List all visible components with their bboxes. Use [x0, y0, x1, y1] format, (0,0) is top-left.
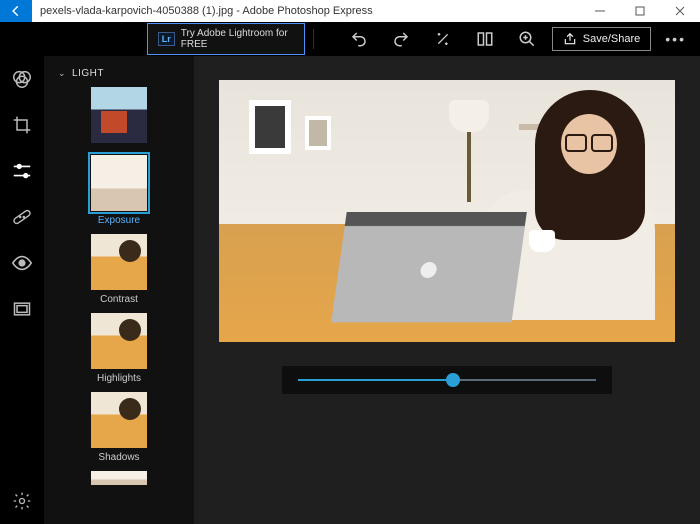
slider-track	[298, 379, 596, 381]
settings-button[interactable]	[11, 490, 33, 512]
section-header-light[interactable]: ⌄ LIGHT	[44, 68, 194, 87]
minimize-icon	[595, 6, 605, 16]
slider-fill	[298, 379, 453, 381]
corrections-tab[interactable]	[11, 206, 33, 228]
filename: pexels-vlada-karpovich-4050388 (1).jpg	[40, 5, 233, 17]
overlap-circles-icon	[11, 68, 33, 90]
canvas-area	[194, 56, 700, 524]
app-name: Adobe Photoshop Express	[242, 5, 372, 17]
back-button[interactable]	[0, 0, 32, 22]
save-share-button[interactable]: Save/Share	[552, 27, 651, 51]
thumb-preview	[91, 313, 147, 369]
zoom-button[interactable]	[518, 30, 536, 48]
close-icon	[675, 6, 685, 16]
thumb-list: Exposure Contrast Highlights Shadows	[44, 87, 194, 485]
tool-rail	[0, 56, 44, 524]
thumb-item-highlights[interactable]: Highlights	[91, 313, 147, 384]
gear-icon	[12, 491, 32, 511]
close-button[interactable]	[660, 0, 700, 22]
adjustment-slider[interactable]	[282, 366, 612, 394]
window-controls	[580, 0, 700, 22]
toolbar: Lr Try Adobe Lightroom for FREE Save/Sha…	[0, 22, 700, 56]
separator	[313, 29, 314, 49]
maximize-icon	[635, 6, 645, 16]
lightroom-badge-icon: Lr	[158, 32, 175, 46]
slider-knob[interactable]	[446, 373, 460, 387]
wand-icon	[435, 31, 451, 47]
thumb-label: Exposure	[98, 215, 140, 226]
undo-icon	[350, 30, 368, 48]
thumb-preview	[91, 471, 147, 485]
minimize-button[interactable]	[580, 0, 620, 22]
thumb-label: Contrast	[100, 294, 138, 305]
looks-tab[interactable]	[11, 68, 33, 90]
adjustments-tab[interactable]	[11, 160, 33, 182]
sliders-icon	[11, 160, 33, 182]
share-icon	[563, 32, 577, 46]
tool-icons	[350, 30, 536, 48]
undo-button[interactable]	[350, 30, 368, 48]
redo-button[interactable]	[392, 30, 410, 48]
bandage-icon	[11, 206, 33, 228]
thumb-item-exposure[interactable]: Exposure	[91, 155, 147, 226]
thumb-item[interactable]	[91, 471, 147, 485]
crop-tab[interactable]	[11, 114, 33, 136]
compare-button[interactable]	[476, 30, 494, 48]
auto-enhance-button[interactable]	[434, 30, 452, 48]
photo-canvas[interactable]	[219, 80, 675, 342]
thumb-item-contrast[interactable]: Contrast	[91, 234, 147, 305]
thumb-label: Shadows	[98, 452, 139, 463]
eye-icon	[11, 252, 33, 274]
chevron-down-icon: ⌄	[58, 68, 66, 79]
thumb-preview	[91, 87, 147, 143]
redeye-tab[interactable]	[11, 252, 33, 274]
thumb-item-shadows[interactable]: Shadows	[91, 392, 147, 463]
redo-icon	[392, 30, 410, 48]
border-tab[interactable]	[11, 298, 33, 320]
section-title: LIGHT	[72, 68, 104, 79]
adjustment-panel: ⌄ LIGHT Exposure Contrast Highlights	[44, 56, 194, 524]
zoom-icon	[518, 30, 536, 48]
thumb-label: Highlights	[97, 373, 141, 384]
ellipsis-icon: •••	[665, 31, 686, 47]
try-lightroom-button[interactable]: Lr Try Adobe Lightroom for FREE	[147, 23, 305, 55]
maximize-button[interactable]	[620, 0, 660, 22]
thumb-preview	[91, 392, 147, 448]
thumb-item[interactable]	[91, 87, 147, 147]
thumb-preview	[91, 234, 147, 290]
window-title: pexels-vlada-karpovich-4050388 (1).jpg -…	[32, 5, 580, 17]
more-button[interactable]: •••	[659, 31, 692, 47]
crop-icon	[12, 115, 32, 135]
thumb-preview	[91, 155, 147, 211]
compare-icon	[476, 30, 494, 48]
lightroom-label: Try Adobe Lightroom for FREE	[181, 28, 294, 50]
frame-icon	[12, 299, 32, 319]
arrow-left-icon	[9, 4, 23, 18]
titlebar: pexels-vlada-karpovich-4050388 (1).jpg -…	[0, 0, 700, 22]
